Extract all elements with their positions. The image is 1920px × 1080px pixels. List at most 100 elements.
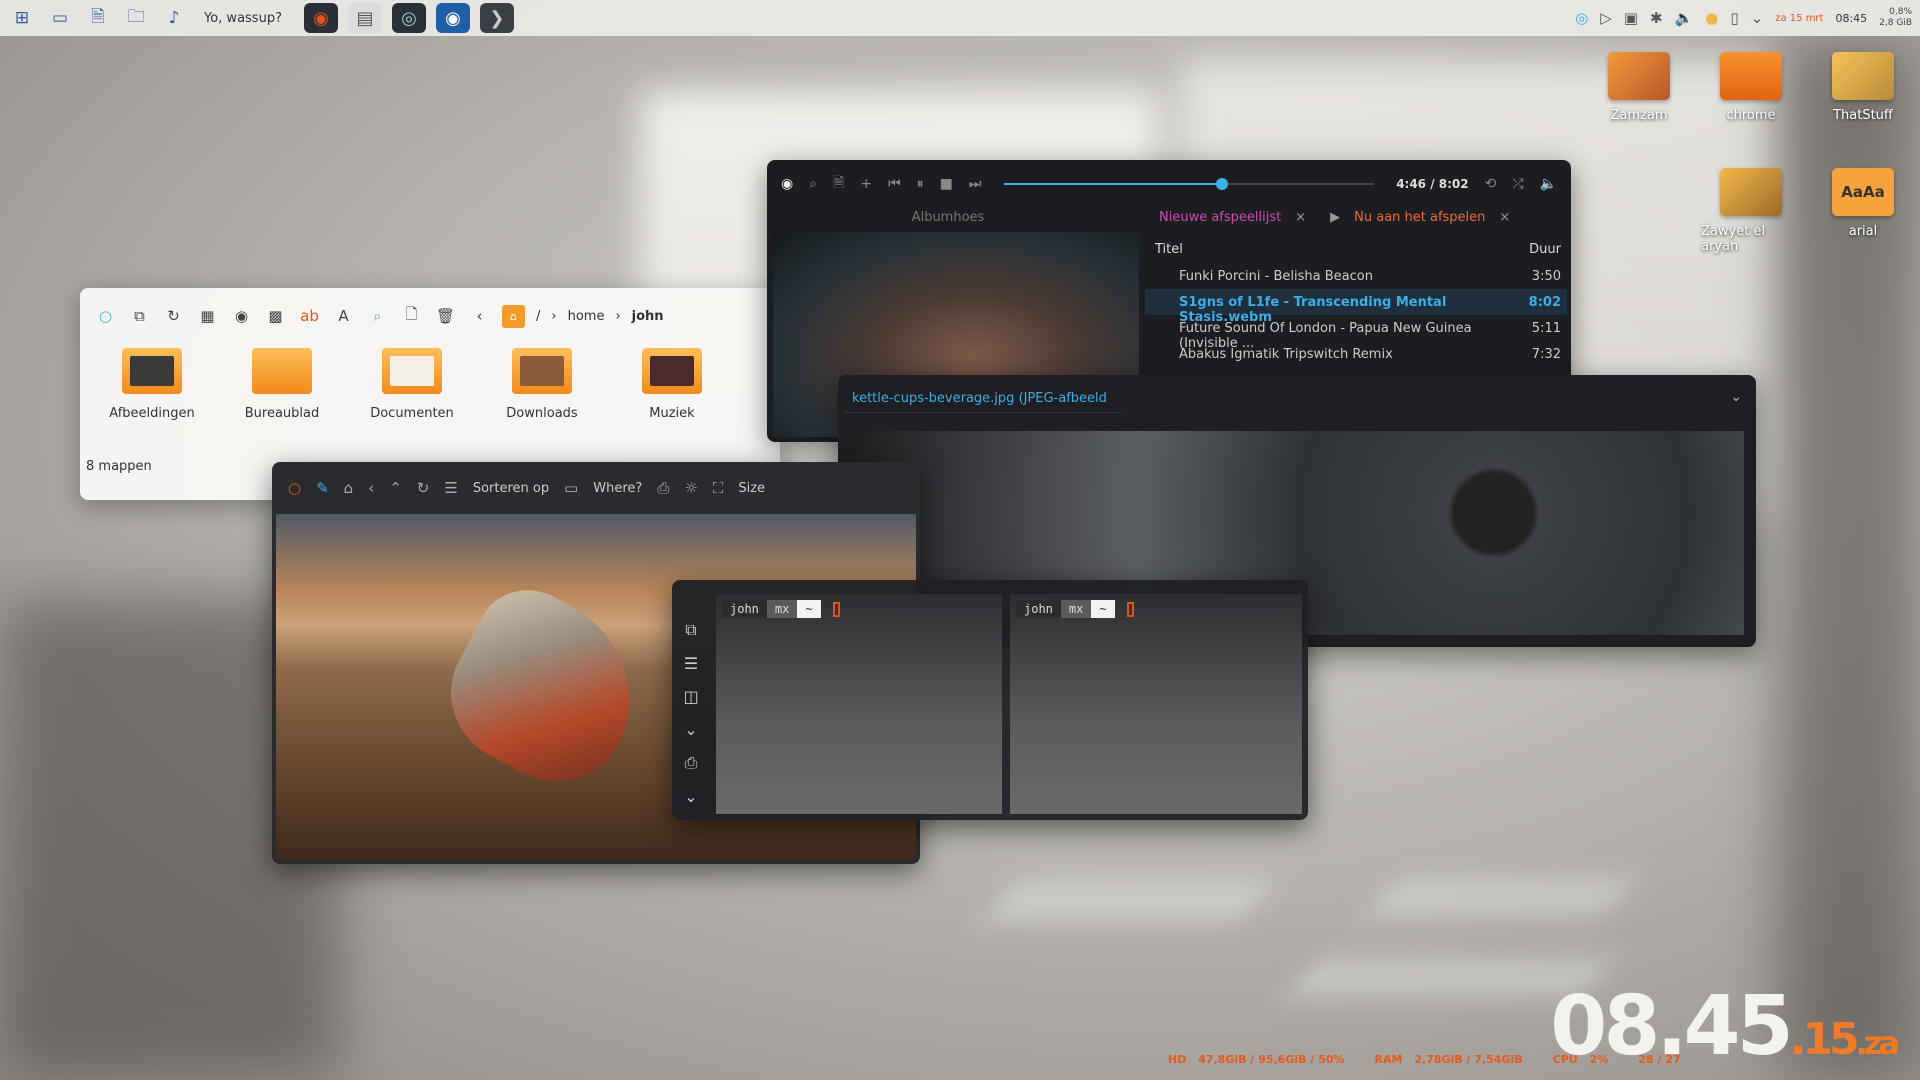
- split-horizontal-icon[interactable]: ☰: [684, 654, 698, 673]
- prompt-user: john: [722, 600, 767, 618]
- document-search-icon[interactable]: 🗎: [84, 4, 112, 32]
- desktop-icon-zawyet[interactable]: Zawyet el aryan: [1701, 168, 1801, 254]
- app-menu-icon[interactable]: ◉: [781, 176, 793, 192]
- desktop-icon-zamzam[interactable]: Zamzam: [1589, 52, 1689, 123]
- breadcrumb-user[interactable]: john: [632, 309, 664, 324]
- size-button[interactable]: Size: [738, 481, 765, 496]
- app-menu-icon[interactable]: ○: [288, 479, 301, 497]
- folder-bureaublad[interactable]: Bureaublad: [228, 348, 336, 421]
- playlist-row[interactable]: Funki Porcini - Belisha Beacon 3:50: [1145, 263, 1567, 289]
- tray-date[interactable]: za 15 mrt: [1775, 13, 1823, 24]
- network-icon[interactable]: ◎: [1575, 9, 1588, 27]
- open-file-icon[interactable]: 🗎: [833, 172, 844, 196]
- home-icon[interactable]: ⌂: [344, 479, 354, 497]
- seek-handle[interactable]: [1216, 178, 1229, 190]
- reload-icon[interactable]: ↻: [162, 305, 185, 328]
- prompt-user: john: [1016, 600, 1061, 618]
- window-switcher-icon[interactable]: ⊞: [8, 4, 36, 32]
- split-vertical-icon[interactable]: ◫: [683, 687, 698, 706]
- rename-icon[interactable]: ab: [298, 305, 321, 328]
- desktop-icon-thatstuff[interactable]: ThatStuff: [1813, 52, 1913, 123]
- image-viewer-task[interactable]: ◎: [391, 3, 426, 33]
- desktop-clock: 08.45.15.za: [1550, 986, 1900, 1068]
- fit-icon[interactable]: ⛶: [713, 479, 724, 497]
- folder-muziek[interactable]: Muziek: [618, 348, 726, 421]
- stop-icon[interactable]: ■: [940, 176, 953, 192]
- clock-day: .za: [1855, 1024, 1900, 1062]
- show-hidden-icon[interactable]: ◉: [230, 305, 253, 328]
- playlist-row[interactable]: S1gns of L1fe - Transcending Mental Stas…: [1145, 289, 1567, 325]
- reload-icon[interactable]: ↻: [417, 479, 430, 497]
- home-folder-icon[interactable]: ⌂: [502, 304, 525, 328]
- chevron-down-icon[interactable]: ⌄: [1730, 389, 1742, 405]
- terminal-task[interactable]: ❯: [479, 3, 514, 33]
- folder-icon[interactable]: 🗀: [122, 4, 150, 32]
- bluetooth-icon[interactable]: ✱: [1650, 9, 1663, 27]
- folder-downloads[interactable]: Downloads: [488, 348, 596, 421]
- column-title[interactable]: Titel: [1155, 242, 1183, 257]
- music-note-icon[interactable]: ♪: [160, 4, 188, 32]
- breadcrumb-separator-icon: ›: [615, 308, 621, 324]
- print-icon[interactable]: ⎙: [685, 753, 698, 773]
- back-icon[interactable]: ‹: [368, 479, 374, 497]
- add-icon[interactable]: +: [860, 176, 872, 192]
- close-icon[interactable]: ×: [1295, 210, 1306, 225]
- shuffle-icon[interactable]: ⤮: [1512, 176, 1523, 192]
- sort-icon[interactable]: ☰: [444, 479, 457, 497]
- terminal-pane[interactable]: john mx ~: [1010, 594, 1302, 814]
- icons-view-icon[interactable]: ▩: [264, 305, 287, 328]
- search-icon[interactable]: ⌕: [809, 176, 817, 192]
- trash-icon[interactable]: 🗑: [434, 305, 457, 328]
- screenshot-icon[interactable]: ▭: [46, 4, 74, 32]
- brightness-icon[interactable]: ☼: [684, 479, 697, 497]
- chevron-down-icon[interactable]: ⌄: [684, 787, 697, 806]
- file-manager-status: 8 mappen: [86, 459, 152, 474]
- app-menu-icon[interactable]: ○: [94, 305, 117, 328]
- back-icon[interactable]: ‹: [468, 305, 491, 328]
- repeat-icon[interactable]: ⟲: [1485, 176, 1497, 192]
- volume-icon[interactable]: 🔈: [1675, 9, 1694, 27]
- pause-icon[interactable]: ⏸: [917, 176, 924, 192]
- volume-icon[interactable]: 🔈: [1540, 176, 1557, 192]
- column-duration[interactable]: Duur: [1529, 242, 1561, 257]
- battery-icon[interactable]: ▯: [1730, 9, 1738, 27]
- font-icon[interactable]: A: [332, 305, 355, 328]
- terminal-pane[interactable]: john mx ~: [716, 594, 1002, 814]
- desktop-icon-chrome[interactable]: chrome: [1701, 52, 1801, 123]
- breadcrumb-home[interactable]: home: [568, 309, 605, 324]
- clipboard-icon[interactable]: ▣: [1624, 9, 1638, 27]
- chevron-down-icon[interactable]: ⌄: [684, 720, 697, 739]
- folder-afbeeldingen[interactable]: Afbeeldingen: [98, 348, 206, 421]
- notifications-icon[interactable]: ●: [1705, 9, 1718, 27]
- new-file-icon[interactable]: 🗋: [400, 305, 423, 328]
- where-button[interactable]: Where?: [593, 481, 642, 496]
- search-icon[interactable]: ⌕: [366, 305, 389, 328]
- desktop-icon-arial[interactable]: AaAa arial: [1813, 168, 1913, 239]
- new-tab-icon[interactable]: ⧉: [685, 620, 696, 640]
- details-view-icon[interactable]: ▦: [196, 305, 219, 328]
- split-view-icon[interactable]: ⧉: [128, 305, 151, 328]
- close-icon[interactable]: ×: [1499, 210, 1510, 225]
- font-file-icon: AaAa: [1832, 168, 1894, 216]
- edit-icon[interactable]: ✎: [316, 479, 329, 497]
- stat-hd-label: HD: [1168, 1053, 1187, 1066]
- tray-time[interactable]: 08:45: [1835, 12, 1867, 25]
- media-play-icon[interactable]: ▷: [1600, 9, 1612, 27]
- sort-button[interactable]: Sorteren op: [473, 481, 549, 496]
- folder-documenten[interactable]: Documenten: [358, 348, 466, 421]
- tab-new-playlist[interactable]: Nieuwe afspeellijst: [1159, 210, 1281, 225]
- breadcrumb-root[interactable]: /: [536, 309, 540, 324]
- folder-grid: Afbeeldingen Bureaublad Documenten Downl…: [80, 344, 780, 425]
- previous-icon[interactable]: ⏮: [888, 176, 901, 192]
- chevron-down-icon[interactable]: ⌄: [1751, 9, 1764, 27]
- tab-now-playing[interactable]: Nu aan het afspelen: [1354, 210, 1485, 225]
- folder-icon[interactable]: ▭: [564, 479, 578, 497]
- next-icon[interactable]: ⏭: [969, 176, 982, 192]
- browser-task[interactable]: ◉: [435, 3, 470, 33]
- seek-slider[interactable]: [1003, 178, 1375, 190]
- image-tab[interactable]: kettle-cups-beverage.jpg (JPEG-afbeeld: [844, 385, 1122, 413]
- file-manager-task[interactable]: ▤: [347, 3, 382, 33]
- music-player-task[interactable]: ◉: [303, 3, 338, 33]
- print-icon[interactable]: ⎙: [657, 479, 669, 497]
- up-icon[interactable]: ⌃: [389, 479, 402, 497]
